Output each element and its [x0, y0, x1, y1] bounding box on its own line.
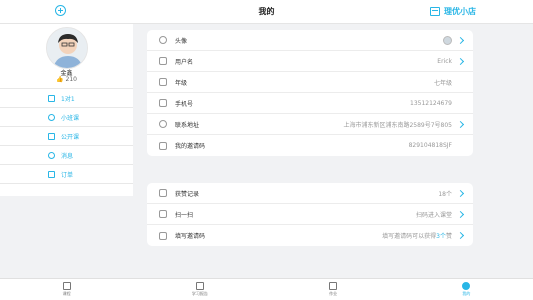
chevron-right-icon — [456, 36, 465, 44]
sidebar-item-orders[interactable]: 订单 — [0, 165, 133, 184]
tab-study-report[interactable]: 学习报告 — [133, 279, 266, 300]
sidebar-item-public-class[interactable]: 公开课 — [0, 127, 133, 146]
row-label: 我的邀请码 — [175, 143, 206, 150]
actions-panel: 获赞记录 18个 扫一扫 扫码进入课堂 填写邀请码 填写邀请码可以获得3个赞 — [147, 183, 473, 246]
top-bar: 我的 理优小店 — [0, 0, 533, 24]
key-icon — [159, 231, 167, 240]
avatar-row[interactable]: 头像 — [147, 30, 473, 51]
invite-code-row: 我的邀请码 829104818SJF — [147, 135, 473, 156]
row-label: 扫一扫 — [175, 211, 194, 219]
sidebar-spacer — [0, 196, 133, 278]
tab-label: 作业 — [329, 291, 338, 296]
row-label: 获赞记录 — [175, 190, 200, 198]
tab-courses[interactable]: 课程 — [0, 279, 133, 300]
avatar[interactable] — [46, 27, 88, 69]
row-label: 手机号 — [175, 100, 194, 108]
shop-button[interactable]: 理优小店 — [430, 4, 476, 18]
chevron-right-icon — [456, 189, 465, 197]
likes-count: 210 — [65, 76, 77, 83]
left-sidebar: 金鑫 👍 210 1对1 小班课 公开课 消息 订单 — [0, 24, 133, 278]
row-value: Erick — [437, 57, 452, 65]
report-icon — [195, 282, 204, 290]
order-icon — [48, 170, 55, 178]
sidebar-item-label: 消息 — [61, 152, 74, 160]
thumb-icon — [159, 189, 167, 197]
row-value: 829104818SJF — [408, 142, 452, 149]
sidebar-item-one-on-one[interactable]: 1对1 — [0, 89, 133, 108]
sidebar-item-label: 1对1 — [61, 95, 75, 103]
row-value: 七年级 — [433, 79, 452, 87]
tab-label: 学习报告 — [191, 291, 208, 296]
chevron-right-icon — [456, 120, 465, 128]
homework-icon — [329, 282, 338, 290]
enter-invite-code-row[interactable]: 填写邀请码 填写邀请码可以获得3个赞 — [147, 225, 473, 246]
location-icon — [159, 120, 167, 128]
address-row[interactable]: 联系地址 上海市浦东新区浦东南路2589号7号805 — [147, 114, 473, 135]
row-value: 13512124679 — [410, 99, 452, 107]
row-label: 联系地址 — [175, 121, 200, 129]
row-label: 头像 — [175, 37, 188, 45]
tab-mine[interactable]: 我的 — [400, 279, 533, 300]
grade-row: 年级 七年级 — [147, 72, 473, 93]
row-value: 上海市浦东新区浦东南路2589号7号805 — [343, 121, 452, 129]
avatar-thumbnail — [443, 35, 452, 45]
side-menu: 1对1 小班课 公开课 消息 订单 — [0, 88, 133, 184]
likes-record-row[interactable]: 获赞记录 18个 — [147, 183, 473, 204]
user-icon — [159, 36, 167, 44]
row-value: 填写邀请码可以获得3个赞 — [382, 231, 452, 240]
send-icon — [159, 141, 167, 150]
row-value: 扫码进入课堂 — [415, 211, 452, 219]
thumb-up-icon: 👍 — [56, 76, 64, 83]
broadcast-icon — [48, 132, 55, 140]
sidebar-item-small-class[interactable]: 小班课 — [0, 108, 133, 127]
id-card-icon — [159, 57, 167, 65]
scan-row[interactable]: 扫一扫 扫码进入课堂 — [147, 204, 473, 225]
row-label: 用户名 — [175, 58, 194, 66]
phone-icon — [159, 99, 167, 107]
chat-icon — [48, 151, 55, 159]
row-label: 年级 — [175, 79, 188, 87]
invite-hint-suffix: 赞 — [445, 233, 452, 240]
scan-icon — [159, 210, 167, 218]
course-icon — [62, 282, 71, 290]
invite-hint-text: 填写邀请码可以获得 — [382, 233, 437, 240]
tab-homework[interactable]: 作业 — [267, 279, 400, 300]
group-icon — [48, 113, 55, 121]
grade-icon — [159, 78, 167, 86]
sidebar-item-label: 公开课 — [61, 133, 80, 141]
person-icon — [462, 282, 471, 290]
sidebar-item-messages[interactable]: 消息 — [0, 146, 133, 165]
chevron-right-icon — [456, 210, 465, 218]
bottom-tab-bar: 课程 学习报告 作业 我的 — [0, 278, 533, 300]
chevron-right-icon — [456, 57, 465, 65]
sidebar-item-label: 订单 — [61, 171, 74, 179]
tab-label: 课程 — [62, 291, 71, 296]
tab-label: 我的 — [462, 291, 471, 296]
store-icon — [430, 6, 440, 16]
phone-row: 手机号 13512124679 — [147, 93, 473, 114]
row-label: 填写邀请码 — [175, 233, 206, 240]
shop-label: 理优小店 — [444, 6, 476, 16]
profile-likes: 👍 210 — [0, 76, 133, 83]
invite-hint-highlight: 3个 — [436, 233, 446, 240]
profile-info-panel: 头像 用户名 Erick 年级 七年级 手机号 13512124679 联系地址… — [147, 30, 473, 156]
row-value: 18个 — [438, 190, 452, 198]
chevron-right-icon — [456, 231, 465, 240]
sidebar-item-label: 小班课 — [61, 114, 80, 122]
people-icon — [48, 94, 55, 102]
username-row[interactable]: 用户名 Erick — [147, 51, 473, 72]
